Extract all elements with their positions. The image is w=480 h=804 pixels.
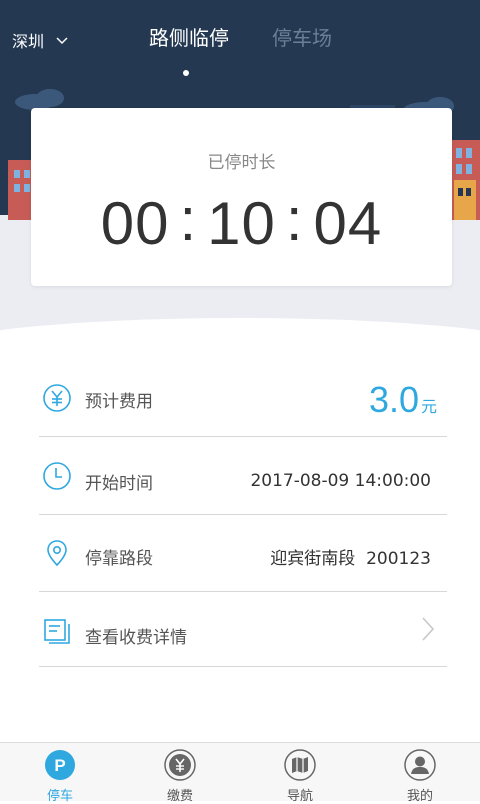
document-icon: [44, 619, 70, 644]
nav-label-payment: 缴费: [166, 789, 193, 804]
start-time-label: 开始时间: [85, 474, 153, 494]
timer-label: 已停时长: [207, 153, 276, 173]
estimated-fee-row: 预计费用 3.0 元: [39, 359, 447, 437]
user-icon: [404, 749, 436, 781]
road-segment-row: 停靠路段 迎宾街南段 200123: [39, 514, 447, 592]
yuan-icon: [43, 384, 71, 412]
fee-amount: 3.0: [368, 379, 419, 420]
curved-divider: [0, 318, 480, 350]
nav-item-profile[interactable]: 我的: [360, 743, 480, 804]
active-tab-indicator: [183, 70, 189, 76]
tab-parking-lot[interactable]: 停车场: [272, 22, 332, 51]
road-label: 停靠路段: [85, 549, 153, 569]
nav-label-navigation: 导航: [286, 789, 313, 804]
location-pin-icon: [47, 540, 67, 567]
tab-roadside-parking[interactable]: 路侧临停: [149, 22, 229, 51]
bottom-navigation: P 停车 缴费 导航 我的: [0, 742, 480, 804]
fee-unit: 元: [420, 397, 437, 416]
timer-seconds: 04: [313, 189, 383, 257]
nav-item-parking[interactable]: P 停车: [0, 743, 120, 804]
svg-text:P: P: [54, 756, 65, 775]
header-tabs: 路侧临停 停车场: [0, 22, 480, 76]
fee-value: 3.0 元: [369, 379, 437, 421]
timer-separator: :: [285, 185, 304, 253]
clock-icon: [43, 462, 71, 490]
yuan-coin-icon: [164, 749, 196, 781]
nav-item-navigation[interactable]: 导航: [240, 743, 360, 804]
chevron-right-icon: [422, 617, 435, 641]
fee-label: 预计费用: [85, 392, 153, 412]
fee-details-link[interactable]: 查看收费详情: [39, 589, 447, 667]
nav-label-profile: 我的: [406, 789, 433, 804]
road-value: 迎宾街南段 200123: [270, 544, 431, 569]
parking-timer-card: 已停时长 00 : 10 : 04: [31, 108, 452, 286]
fee-details-label: 查看收费详情: [85, 628, 187, 648]
timer-separator: :: [179, 185, 198, 253]
timer-minutes: 10: [207, 189, 276, 257]
start-time-row: 开始时间 2017-08-09 14:00:00: [39, 437, 447, 515]
timer-hours: 00: [100, 189, 170, 257]
parking-duration: 00 : 10 : 04: [31, 185, 452, 258]
parking-icon: P: [45, 750, 75, 780]
road-code: 200123: [366, 549, 431, 569]
map-icon: [284, 749, 316, 781]
start-time-value: 2017-08-09 14:00:00: [250, 471, 431, 491]
road-name: 迎宾街南段: [270, 549, 356, 569]
nav-label-parking: 停车: [46, 789, 73, 804]
nav-item-payment[interactable]: 缴费: [120, 743, 240, 804]
